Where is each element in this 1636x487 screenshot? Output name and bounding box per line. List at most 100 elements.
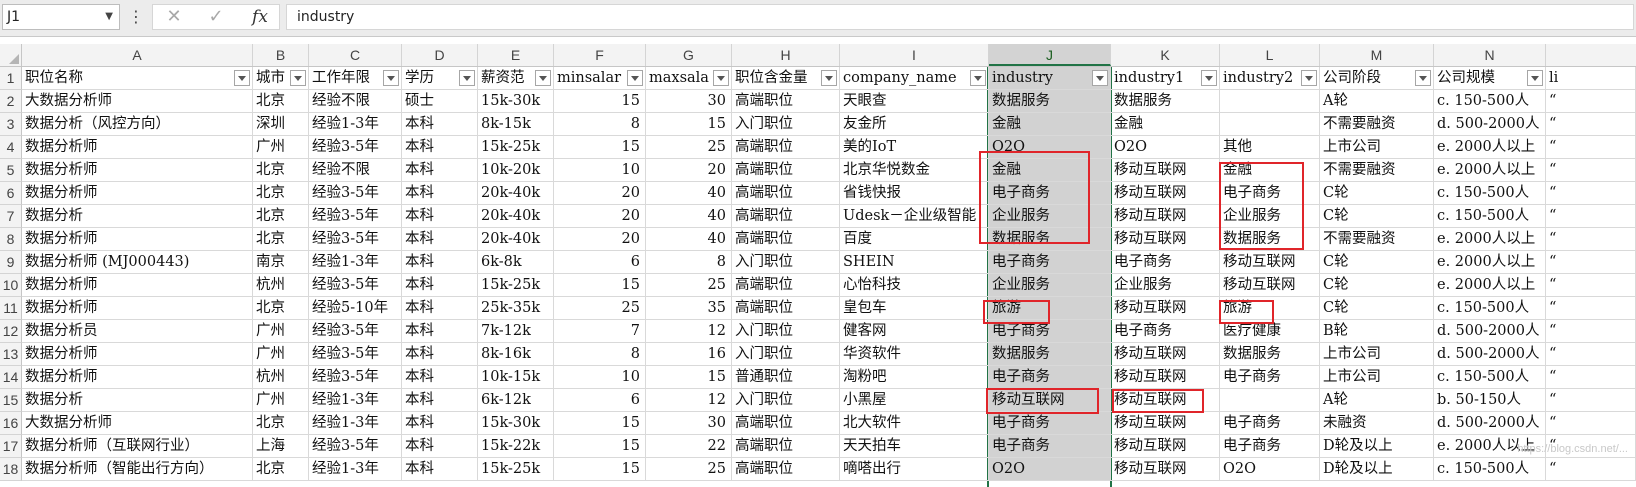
table-cell[interactable]: 友金所 [840,113,989,136]
table-cell[interactable]: 皇包车 [840,297,989,320]
table-cell[interactable]: 心怡科技 [840,274,989,297]
table-cell[interactable]: 15 [646,366,732,389]
table-cell[interactable]: 数据分析师 (MJ000443) [22,251,253,274]
table-cell[interactable]: 经验1-3年 [309,412,402,435]
table-cell[interactable]: 15 [554,435,646,458]
table-cell[interactable]: A轮 [1320,389,1434,412]
table-cell[interactable]: O2O [989,458,1111,481]
table-cell[interactable]: 移动互联网 [1220,274,1320,297]
table-cell[interactable]: 高端职位 [732,274,840,297]
table-cell[interactable]: “ [1546,228,1636,251]
table-cell[interactable]: 电子商务 [989,251,1111,274]
row-number[interactable]: 18 [0,458,22,481]
table-cell[interactable]: “ [1546,389,1636,412]
row-number[interactable]: 7 [0,205,22,228]
table-cell[interactable]: 企业服务 [1111,274,1220,297]
table-cell[interactable]: 7k-12k [478,320,554,343]
row-number[interactable]: 13 [0,343,22,366]
table-cell[interactable]: e. 2000人以上 [1434,159,1546,182]
column-header-l[interactable]: L [1220,44,1320,66]
table-cell[interactable]: “ [1546,297,1636,320]
table-cell[interactable]: 数据服务 [1111,90,1220,113]
table-cell[interactable]: 入门职位 [732,343,840,366]
table-cell[interactable]: 电子商务 [989,435,1111,458]
table-cell[interactable]: 数据服务 [989,90,1111,113]
table-cell[interactable]: 15k-30k [478,412,554,435]
header-cell[interactable]: 公司阶段 [1320,67,1434,90]
table-cell[interactable]: 10 [554,366,646,389]
table-cell[interactable]: 本科 [402,159,478,182]
table-cell[interactable]: 20 [554,205,646,228]
table-cell[interactable]: 南京 [253,251,309,274]
table-cell[interactable]: 高端职位 [732,159,840,182]
table-cell[interactable]: 上市公司 [1320,343,1434,366]
table-cell[interactable]: 北京 [253,228,309,251]
table-cell[interactable]: 移动互联网 [1111,435,1220,458]
table-cell[interactable]: c. 150-500人 [1434,182,1546,205]
table-cell[interactable]: “ [1546,412,1636,435]
table-cell[interactable]: 金融 [1111,113,1220,136]
table-cell[interactable]: 小黑屋 [840,389,989,412]
table-cell[interactable]: 经验3-5年 [309,366,402,389]
table-cell[interactable]: 20 [646,159,732,182]
table-cell[interactable]: 数据分析师 [22,159,253,182]
table-cell[interactable]: 高端职位 [732,228,840,251]
table-cell[interactable]: 数据分析师 [22,297,253,320]
column-header-f[interactable]: F [554,44,646,66]
table-cell[interactable]: 数据服务 [1220,343,1320,366]
table-cell[interactable]: 6k-12k [478,389,554,412]
row-number[interactable]: 10 [0,274,22,297]
table-cell[interactable]: 本科 [402,205,478,228]
table-cell[interactable]: 10 [554,159,646,182]
column-header-c[interactable]: C [309,44,402,66]
header-cell[interactable]: 薪资范 [478,67,554,90]
table-cell[interactable]: “ [1546,182,1636,205]
table-cell[interactable]: 数据分析 [22,205,253,228]
table-cell[interactable]: 淘粉吧 [840,366,989,389]
header-cell[interactable]: 公司规模 [1434,67,1546,90]
table-cell[interactable]: 20 [554,182,646,205]
table-cell[interactable] [1220,113,1320,136]
table-cell[interactable]: 移动互联网 [1111,205,1220,228]
table-cell[interactable]: 数据分析（风控方向） [22,113,253,136]
table-cell[interactable]: “ [1546,274,1636,297]
table-cell[interactable]: 百度 [840,228,989,251]
filter-dropdown-icon[interactable] [234,70,250,86]
formula-input[interactable]: industry [286,4,1634,30]
table-cell[interactable]: 高端职位 [732,412,840,435]
table-cell[interactable]: 6k-8k [478,251,554,274]
table-cell[interactable]: “ [1546,458,1636,481]
table-cell[interactable]: 旅游 [1220,297,1320,320]
table-cell[interactable]: 上市公司 [1320,136,1434,159]
table-cell[interactable]: 22 [646,435,732,458]
header-cell[interactable]: 职位名称 [22,67,253,90]
table-cell[interactable]: e. 2000人以上 [1434,251,1546,274]
header-cell[interactable]: industry [989,67,1111,90]
table-cell[interactable]: 数据分析 [22,389,253,412]
header-cell[interactable]: company_name [840,67,989,90]
table-cell[interactable]: 16 [646,343,732,366]
column-header-b[interactable]: B [253,44,309,66]
table-cell[interactable]: 15 [554,458,646,481]
table-cell[interactable]: 30 [646,90,732,113]
table-cell[interactable]: 移动互联网 [1111,159,1220,182]
table-cell[interactable]: C轮 [1320,274,1434,297]
table-cell[interactable]: 本科 [402,458,478,481]
table-cell[interactable]: 入门职位 [732,320,840,343]
filter-dropdown-icon[interactable] [459,70,475,86]
table-cell[interactable]: 40 [646,228,732,251]
table-cell[interactable]: C轮 [1320,297,1434,320]
table-cell[interactable]: 数据服务 [989,343,1111,366]
table-cell[interactable]: b. 50-150人 [1434,389,1546,412]
table-cell[interactable]: 本科 [402,297,478,320]
header-cell[interactable]: minsalar [554,67,646,90]
table-cell[interactable]: 经验3-5年 [309,274,402,297]
filter-dropdown-icon[interactable] [970,70,986,86]
table-cell[interactable]: c. 150-500人 [1434,366,1546,389]
table-cell[interactable]: 北京 [253,90,309,113]
table-cell[interactable]: 数据服务 [1220,228,1320,251]
table-cell[interactable]: “ [1546,90,1636,113]
row-number[interactable]: 14 [0,366,22,389]
table-cell[interactable]: 经验1-3年 [309,389,402,412]
table-cell[interactable]: 华资软件 [840,343,989,366]
